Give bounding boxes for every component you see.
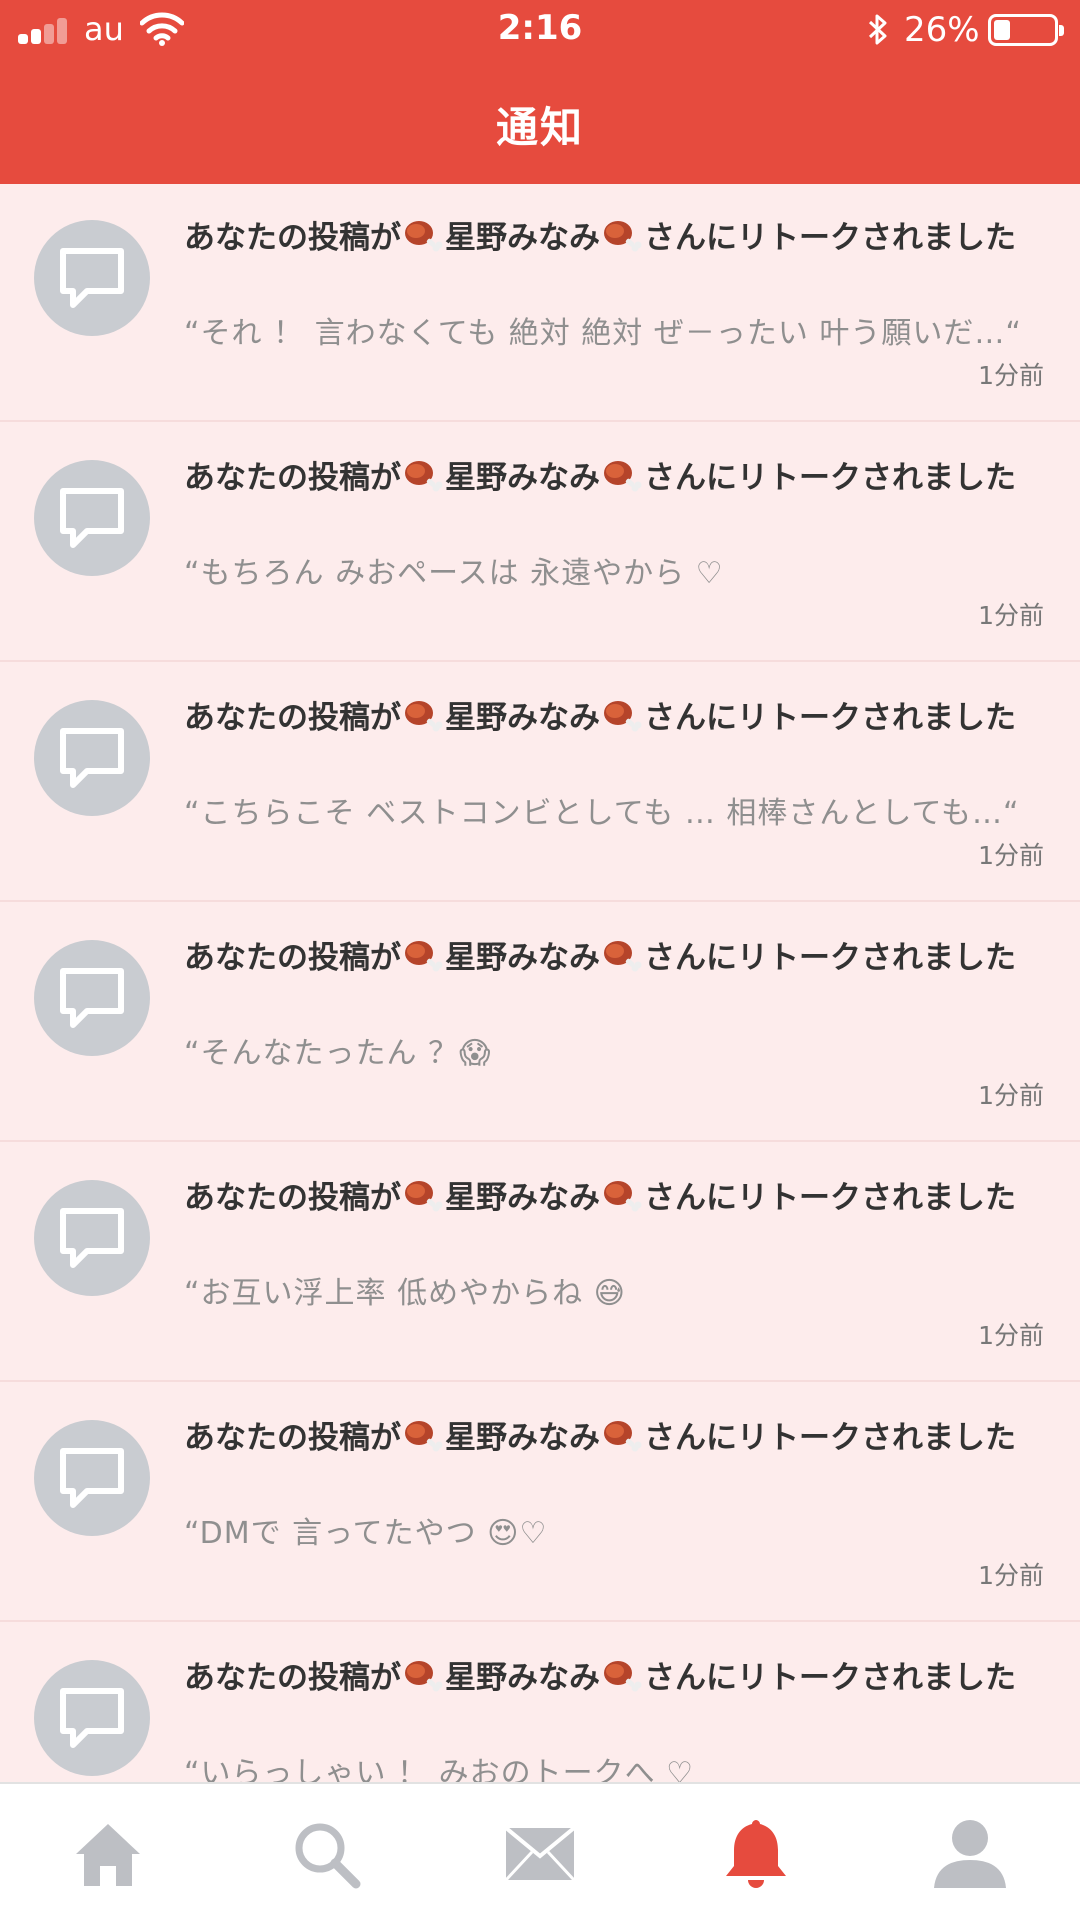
avatar[interactable] bbox=[34, 700, 150, 816]
headline-suffix: さんにリトークされました bbox=[644, 940, 1016, 976]
speech-bubble-icon bbox=[60, 488, 124, 548]
headline-suffix: さんにリトークされました bbox=[644, 1660, 1016, 1696]
avatar[interactable] bbox=[34, 940, 150, 1056]
notification-preview: “そんなたったん ？😱 bbox=[184, 1036, 492, 1071]
headline-prefix: あなたの投稿が bbox=[184, 1180, 401, 1216]
headline-suffix: さんにリトークされました bbox=[644, 700, 1016, 736]
meat-on-bone-icon bbox=[405, 941, 443, 972]
notification-item[interactable]: あなたの投稿が 星野みなみ さんにリトークされました “いらっしゃい ！ みおのトーク… bbox=[0, 1624, 1080, 1782]
tab-profile[interactable] bbox=[930, 1814, 1010, 1894]
user-name[interactable]: 星野みなみ bbox=[445, 700, 600, 736]
speech-bubble-icon bbox=[60, 1208, 124, 1268]
tab-search[interactable] bbox=[286, 1814, 366, 1894]
meat-on-bone-icon bbox=[405, 221, 443, 252]
notification-preview: “お互い浮上率 低めやからね 😅 bbox=[184, 1276, 626, 1311]
headline-prefix: あなたの投稿が bbox=[184, 1420, 401, 1456]
notification-list[interactable]: あなたの投稿が 星野みなみ さんにリトークされました “それ ！ 言わなくても 絶対 … bbox=[0, 184, 1080, 1782]
tab-notifications[interactable] bbox=[716, 1814, 796, 1894]
user-name[interactable]: 星野みなみ bbox=[445, 460, 600, 496]
notification-headline: あなたの投稿が 星野みなみ さんにリトークされました bbox=[184, 1178, 1044, 1218]
top-bar: au 2:16 26% 通知 bbox=[0, 0, 1080, 184]
person-icon bbox=[934, 1820, 1006, 1888]
timestamp: 1分前 bbox=[978, 841, 1044, 870]
battery-percentage: 26% bbox=[904, 10, 980, 50]
timestamp: 1分前 bbox=[978, 601, 1044, 630]
notification-preview: “DMで 言ってたやつ 😍♡ bbox=[184, 1516, 548, 1551]
headline-suffix: さんにリトークされました bbox=[644, 1180, 1016, 1216]
notification-headline: あなたの投稿が 星野みなみ さんにリトークされました bbox=[184, 218, 1044, 258]
meat-on-bone-icon bbox=[405, 1661, 443, 1692]
speech-bubble-icon bbox=[60, 728, 124, 788]
meat-on-bone-icon bbox=[604, 701, 642, 732]
headline-prefix: あなたの投稿が bbox=[184, 700, 401, 736]
meat-on-bone-icon bbox=[604, 1181, 642, 1212]
notification-item[interactable]: あなたの投稿が 星野みなみ さんにリトークされました “それ ！ 言わなくても 絶対 … bbox=[0, 184, 1080, 422]
battery-icon bbox=[988, 14, 1064, 46]
meat-on-bone-icon bbox=[604, 461, 642, 492]
meat-on-bone-icon bbox=[405, 1181, 443, 1212]
meat-on-bone-icon bbox=[604, 1421, 642, 1452]
notification-preview: “いらっしゃい ！ みおのトークへ ♡ bbox=[184, 1756, 695, 1782]
notification-item[interactable]: あなたの投稿が 星野みなみ さんにリトークされました “DMで 言ってたやつ 😍♡ 1分… bbox=[0, 1384, 1080, 1622]
headline-prefix: あなたの投稿が bbox=[184, 1660, 401, 1696]
meat-on-bone-icon bbox=[604, 1661, 642, 1692]
user-name[interactable]: 星野みなみ bbox=[445, 1660, 600, 1696]
tab-bar bbox=[0, 1782, 1080, 1920]
bluetooth-icon bbox=[868, 14, 887, 45]
headline-suffix: さんにリトークされました bbox=[644, 220, 1016, 256]
user-name[interactable]: 星野みなみ bbox=[445, 940, 600, 976]
headline-suffix: さんにリトークされました bbox=[644, 460, 1016, 496]
notification-preview: “こちらこそ ベストコンビとしても … 相棒さんとしても…“ bbox=[184, 796, 1020, 831]
tab-home[interactable] bbox=[68, 1814, 148, 1894]
timestamp: 1分前 bbox=[978, 361, 1044, 390]
mail-icon bbox=[504, 1826, 576, 1882]
page-title: 通知 bbox=[495, 103, 584, 152]
avatar[interactable] bbox=[34, 1180, 150, 1296]
headline-prefix: あなたの投稿が bbox=[184, 460, 401, 496]
home-icon bbox=[76, 1824, 140, 1886]
user-name[interactable]: 星野みなみ bbox=[445, 1420, 600, 1456]
avatar[interactable] bbox=[34, 220, 150, 336]
speech-bubble-icon bbox=[60, 248, 124, 308]
headline-suffix: さんにリトークされました bbox=[644, 1420, 1016, 1456]
search-icon bbox=[295, 1823, 361, 1889]
status-bar: au 2:16 26% bbox=[0, 0, 1080, 60]
notification-headline: あなたの投稿が 星野みなみ さんにリトークされました bbox=[184, 1418, 1044, 1458]
timestamp: 1分前 bbox=[978, 1081, 1044, 1110]
meat-on-bone-icon bbox=[604, 221, 642, 252]
avatar[interactable] bbox=[34, 460, 150, 576]
meat-on-bone-icon bbox=[405, 1421, 443, 1452]
notification-item[interactable]: あなたの投稿が 星野みなみ さんにリトークされました “こちらこそ ベストコンビとして… bbox=[0, 664, 1080, 902]
meat-on-bone-icon bbox=[604, 941, 642, 972]
avatar[interactable] bbox=[34, 1660, 150, 1776]
notification-preview: “それ ！ 言わなくても 絶対 絶対 ぜ－ったい 叶う願いだ…“ bbox=[184, 316, 1022, 351]
timestamp: 1分前 bbox=[978, 1561, 1044, 1590]
speech-bubble-icon bbox=[60, 1448, 124, 1508]
notification-headline: あなたの投稿が 星野みなみ さんにリトークされました bbox=[184, 1658, 1044, 1698]
notification-headline: あなたの投稿が 星野みなみ さんにリトークされました bbox=[184, 458, 1044, 498]
meat-on-bone-icon bbox=[405, 701, 443, 732]
bell-icon bbox=[726, 1820, 786, 1888]
notification-preview: “もちろん みおペースは 永遠やから ♡ bbox=[184, 556, 724, 591]
avatar[interactable] bbox=[34, 1420, 150, 1536]
notification-headline: あなたの投稿が 星野みなみ さんにリトークされました bbox=[184, 938, 1044, 978]
speech-bubble-icon bbox=[60, 1688, 124, 1748]
timestamp: 1分前 bbox=[978, 1321, 1044, 1350]
notification-item[interactable]: あなたの投稿が 星野みなみ さんにリトークされました “お互い浮上率 低めやからね 😅… bbox=[0, 1144, 1080, 1382]
notification-headline: あなたの投稿が 星野みなみ さんにリトークされました bbox=[184, 698, 1044, 738]
user-name[interactable]: 星野みなみ bbox=[445, 1180, 600, 1216]
headline-prefix: あなたの投稿が bbox=[184, 940, 401, 976]
headline-prefix: あなたの投稿が bbox=[184, 220, 401, 256]
notification-item[interactable]: あなたの投稿が 星野みなみ さんにリトークされました “そんなたったん ？😱 1分前 bbox=[0, 904, 1080, 1142]
user-name[interactable]: 星野みなみ bbox=[445, 220, 600, 256]
meat-on-bone-icon bbox=[405, 461, 443, 492]
speech-bubble-icon bbox=[60, 968, 124, 1028]
notification-item[interactable]: あなたの投稿が 星野みなみ さんにリトークされました “もちろん みおペースは 永遠や… bbox=[0, 424, 1080, 662]
tab-messages[interactable] bbox=[500, 1814, 580, 1894]
